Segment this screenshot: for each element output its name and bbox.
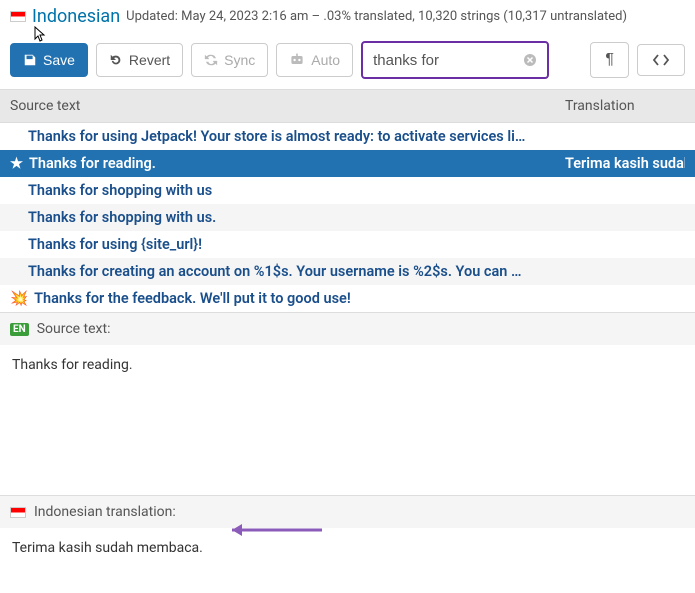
- row-source-text: Thanks for using {site_url}!: [28, 236, 565, 253]
- col-translation: Translation: [565, 98, 685, 114]
- row-source-text: Thanks for using Jetpack! Your store is …: [28, 128, 565, 145]
- revert-label: Revert: [129, 52, 170, 68]
- search-input[interactable]: [373, 52, 523, 69]
- row-source-text: Thanks for shopping with us.: [28, 209, 565, 226]
- table-row[interactable]: Thanks for using {site_url}!: [0, 231, 695, 258]
- row-translation-text: Terima kasih sudah m: [565, 155, 685, 172]
- sync-icon: [204, 53, 218, 67]
- save-label: Save: [43, 52, 75, 68]
- row-source-text: Thanks for reading.: [29, 155, 565, 172]
- burst-icon: 💥: [10, 290, 28, 307]
- table-row[interactable]: Thanks for creating an account on %1$s. …: [0, 258, 695, 285]
- star-icon: ★: [10, 155, 23, 172]
- source-text-content: Thanks for reading.: [12, 357, 133, 373]
- code-view-button[interactable]: [637, 44, 685, 76]
- search-input-wrapper: [361, 41, 549, 79]
- table-row[interactable]: Thanks for shopping with us.: [0, 204, 695, 231]
- pilcrow-button[interactable]: ¶: [590, 42, 629, 78]
- row-source-text: Thanks for creating an account on %1$s. …: [28, 263, 565, 280]
- revert-button[interactable]: Revert: [96, 43, 183, 77]
- translation-pane-body[interactable]: Terima kasih sudah membaca.: [0, 528, 695, 568]
- code-icon: [652, 53, 670, 67]
- column-headers: Source text Translation: [0, 89, 695, 123]
- table-row[interactable]: ★ Thanks for reading.Terima kasih sudah m: [0, 150, 695, 177]
- table-row[interactable]: Thanks for shopping with us: [0, 177, 695, 204]
- translation-text-content: Terima kasih sudah membaca.: [12, 540, 203, 556]
- row-source-text: Thanks for the feedback. We'll put it to…: [34, 290, 565, 307]
- source-pane-label: Source text:: [37, 321, 111, 337]
- source-pane-header: EN Source text:: [0, 312, 695, 345]
- sync-label: Sync: [224, 52, 255, 68]
- save-icon: [23, 53, 37, 67]
- robot-icon: [289, 53, 305, 67]
- flag-indonesia-icon: [10, 11, 26, 22]
- table-row[interactable]: 💥 Thanks for the feedback. We'll put it t…: [0, 285, 695, 312]
- clear-search-icon[interactable]: [523, 53, 537, 67]
- header-meta: Updated: May 24, 2023 2:16 am – .03% tra…: [126, 9, 627, 24]
- auto-button[interactable]: Auto: [276, 43, 353, 77]
- table-row[interactable]: Thanks for using Jetpack! Your store is …: [0, 123, 695, 150]
- col-source: Source text: [10, 98, 565, 114]
- sync-button[interactable]: Sync: [191, 43, 268, 77]
- language-link[interactable]: Indonesian: [32, 6, 120, 27]
- flag-indonesia-icon: [10, 507, 26, 518]
- revert-icon: [109, 53, 123, 67]
- auto-label: Auto: [311, 52, 340, 68]
- translation-pane-header: Indonesian translation:: [0, 495, 695, 528]
- en-badge-icon: EN: [10, 323, 29, 336]
- row-source-text: Thanks for shopping with us: [28, 182, 565, 199]
- save-button[interactable]: Save: [10, 43, 88, 77]
- pilcrow-icon: ¶: [605, 51, 614, 69]
- translation-pane-label: Indonesian translation:: [34, 504, 176, 520]
- source-pane-body: Thanks for reading.: [0, 345, 695, 495]
